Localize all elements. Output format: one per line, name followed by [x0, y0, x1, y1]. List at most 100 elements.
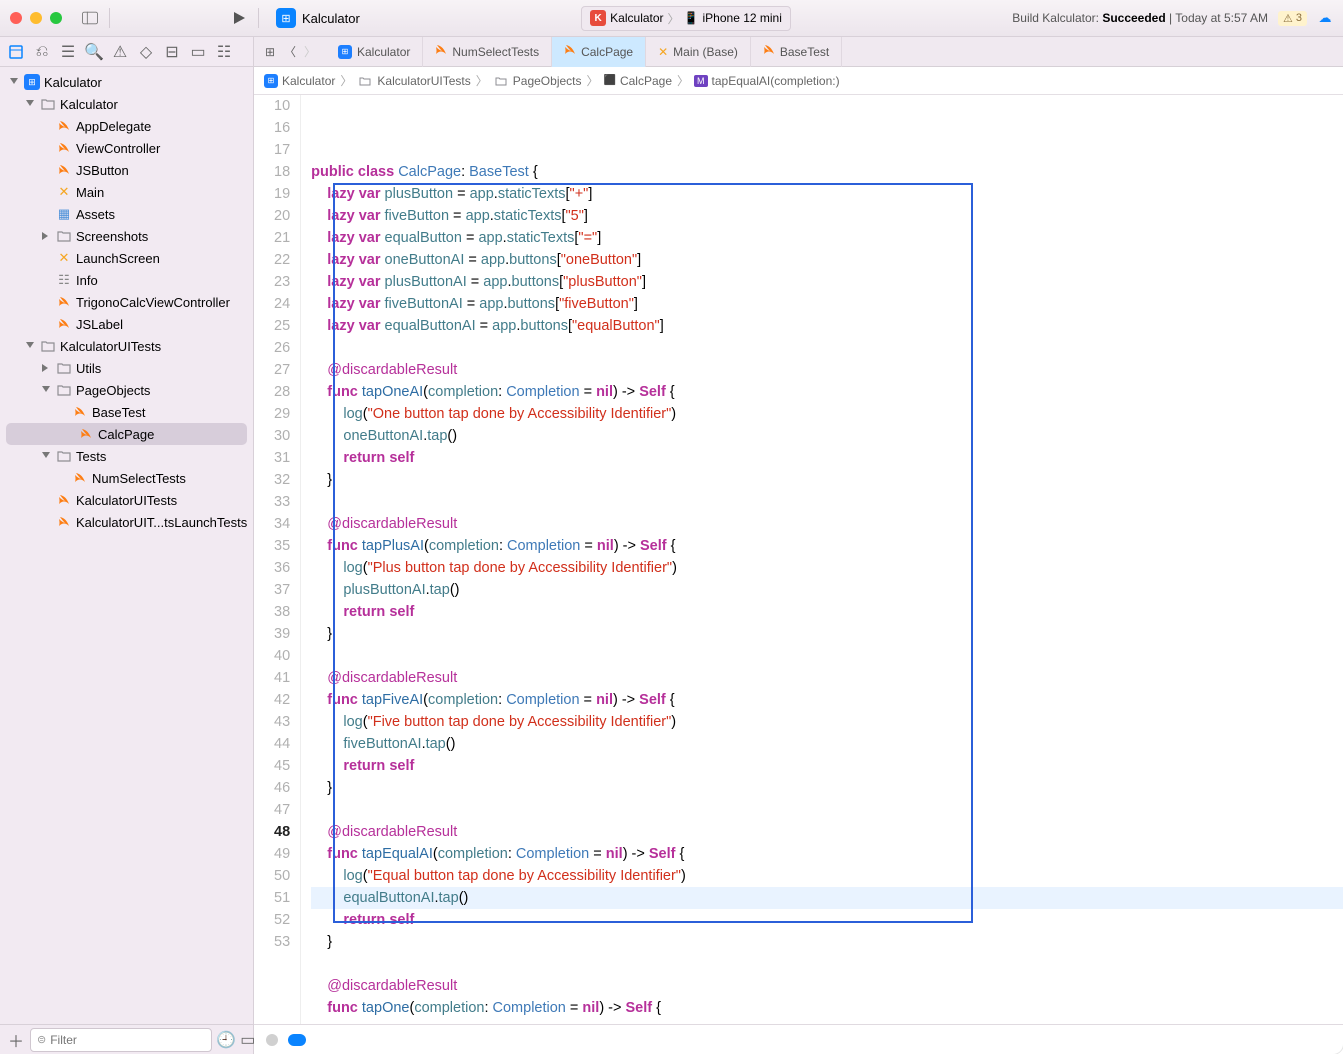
breakpoint-toggle[interactable]	[266, 1034, 278, 1046]
code-line-18[interactable]: lazy var equalButton = app.staticTexts["…	[311, 227, 1343, 249]
disclosure-icon[interactable]	[40, 384, 52, 396]
code-line-48[interactable]: equalButtonAI.tap()	[311, 887, 1343, 909]
code-line-51[interactable]	[311, 953, 1343, 975]
code-line-30[interactable]	[311, 491, 1343, 513]
tab-kalculator[interactable]: ⊞Kalculator	[326, 37, 423, 67]
code-line-45[interactable]: @discardableResult	[311, 821, 1343, 843]
code-line-39[interactable]: func tapFiveAI(completion: Completion = …	[311, 689, 1343, 711]
tree-item-kalculatoruitests[interactable]: KalculatorUITests	[0, 489, 253, 511]
run-button[interactable]	[231, 10, 247, 26]
disclosure-icon[interactable]	[24, 98, 36, 110]
find-navigator-icon[interactable]: 🔍	[86, 44, 102, 60]
tree-item-viewcontroller[interactable]: ViewController	[0, 137, 253, 159]
code-line-26[interactable]: log("One button tap done by Accessibilit…	[311, 403, 1343, 425]
recent-filter-icon[interactable]: 🕘	[218, 1032, 234, 1048]
disclosure-icon[interactable]	[40, 230, 52, 242]
code-line-10[interactable]: public class CalcPage: BasеTest {	[311, 161, 1343, 183]
code-line-34[interactable]: plusButtonAI.tap()	[311, 579, 1343, 601]
sidebar-toggle-icon[interactable]	[82, 10, 98, 26]
tree-item-kalculatoruit-tslaunchtests[interactable]: KalculatorUIT...tsLaunchTests	[0, 511, 253, 533]
warnings-badge[interactable]: ⚠3	[1278, 11, 1307, 26]
code-line-29[interactable]: }	[311, 469, 1343, 491]
jumpbar-segment-3[interactable]: ⬛ CalcPage	[604, 74, 672, 88]
debug-bar-toggle[interactable]	[288, 1034, 306, 1046]
disclosure-icon[interactable]	[40, 450, 52, 462]
code-line-33[interactable]: log("Plus button tap done by Accessibili…	[311, 557, 1343, 579]
tree-item-assets[interactable]: ▦Assets	[0, 203, 253, 225]
zoom-window-button[interactable]	[50, 12, 62, 24]
related-items-icon[interactable]: ⊞	[262, 44, 278, 60]
tab-basetest[interactable]: BaseTest	[751, 37, 842, 67]
add-button[interactable]: ＋	[8, 1032, 24, 1048]
forward-button[interactable]: 〉	[302, 44, 318, 60]
code-line-35[interactable]: return self	[311, 601, 1343, 623]
code-line-47[interactable]: log("Equal button tap done by Accessibil…	[311, 865, 1343, 887]
report-navigator-icon[interactable]: ☷	[216, 44, 232, 60]
code-line-16[interactable]: lazy var plusButton = app.staticTexts["+…	[311, 183, 1343, 205]
disclosure-icon[interactable]	[8, 76, 20, 88]
code-line-43[interactable]: }	[311, 777, 1343, 799]
tree-item-screenshots[interactable]: Screenshots	[0, 225, 253, 247]
tree-item-kalculator[interactable]: ⊞Kalculator	[0, 71, 253, 93]
code-line-42[interactable]: return self	[311, 755, 1343, 777]
disclosure-icon[interactable]	[40, 362, 52, 374]
code-line-20[interactable]: lazy var plusButtonAI = app.buttons["plu…	[311, 271, 1343, 293]
code-line-25[interactable]: func tapOneAI(completion: Completion = n…	[311, 381, 1343, 403]
project-tree[interactable]: ⊞KalculatorKalculatorAppDelegateViewCont…	[0, 67, 253, 1024]
close-window-button[interactable]	[10, 12, 22, 24]
tree-item-utils[interactable]: Utils	[0, 357, 253, 379]
code-line-52[interactable]: @discardableResult	[311, 975, 1343, 997]
filter-input[interactable]	[50, 1031, 205, 1049]
tree-item-numselecttests[interactable]: NumSelectTests	[0, 467, 253, 489]
minimize-window-button[interactable]	[30, 12, 42, 24]
code-line-44[interactable]	[311, 799, 1343, 821]
tab-calcpage[interactable]: CalcPage	[552, 37, 646, 67]
jumpbar-segment-1[interactable]: KalculatorUITests	[357, 73, 470, 89]
code-line-22[interactable]: lazy var equalButtonAI = app.buttons["eq…	[311, 315, 1343, 337]
tree-item-main[interactable]: ✕Main	[0, 181, 253, 203]
tree-item-jsbutton[interactable]: JSButton	[0, 159, 253, 181]
tree-item-kalculator[interactable]: Kalculator	[0, 93, 253, 115]
tab-numselecttests[interactable]: NumSelectTests	[423, 37, 552, 67]
code-line-24[interactable]: @discardableResult	[311, 359, 1343, 381]
code-line-23[interactable]	[311, 337, 1343, 359]
jump-bar[interactable]: ⊞ Kalculator〉 KalculatorUITests〉 PageObj…	[254, 67, 1343, 95]
tree-item-basetest[interactable]: BaseTest	[0, 401, 253, 423]
code-line-32[interactable]: func tapPlusAI(completion: Completion = …	[311, 535, 1343, 557]
activity-icon[interactable]: ☁	[1317, 10, 1333, 26]
tree-item-appdelegate[interactable]: AppDelegate	[0, 115, 253, 137]
tab-main-base-[interactable]: ✕Main (Base)	[646, 37, 751, 67]
jumpbar-segment-4[interactable]: M tapEqualAI(completion:)	[694, 74, 840, 88]
code-line-38[interactable]: @discardableResult	[311, 667, 1343, 689]
code-line-21[interactable]: lazy var fiveButtonAI = app.buttons["fiv…	[311, 293, 1343, 315]
debug-navigator-icon[interactable]: ⊟	[164, 44, 180, 60]
disclosure-icon[interactable]	[24, 340, 36, 352]
issue-navigator-icon[interactable]: ⚠	[112, 44, 128, 60]
project-navigator-icon[interactable]	[8, 44, 24, 60]
symbol-navigator-icon[interactable]: ☰	[60, 44, 76, 60]
breakpoint-navigator-icon[interactable]: ▭	[190, 44, 206, 60]
code-line-40[interactable]: log("Five button tap done by Accessibili…	[311, 711, 1343, 733]
tree-item-info[interactable]: ☷Info	[0, 269, 253, 291]
tree-item-pageobjects[interactable]: PageObjects	[0, 379, 253, 401]
source-control-navigator-icon[interactable]: ⎌	[34, 44, 50, 60]
scheme-selector[interactable]: K Kalculator 〉 📱 iPhone 12 mini	[581, 6, 791, 31]
source-editor[interactable]: 1016171819202122232425262728293031323334…	[254, 95, 1343, 1024]
code-content[interactable]: public class CalcPage: BasеTest { lazy v…	[301, 95, 1343, 1024]
tree-item-jslabel[interactable]: JSLabel	[0, 313, 253, 335]
filter-field-wrap[interactable]: ⊜	[30, 1028, 212, 1052]
code-line-17[interactable]: lazy var fiveButton = app.staticTexts["5…	[311, 205, 1343, 227]
code-line-49[interactable]: return self	[311, 909, 1343, 931]
tree-item-tests[interactable]: Tests	[0, 445, 253, 467]
back-button[interactable]: 〈	[282, 44, 298, 60]
tree-item-trigonocalcviewcontroller[interactable]: TrigonoCalcViewController	[0, 291, 253, 313]
code-line-19[interactable]: lazy var oneButtonAI = app.buttons["oneB…	[311, 249, 1343, 271]
code-line-31[interactable]: @discardableResult	[311, 513, 1343, 535]
tree-item-launchscreen[interactable]: ✕LaunchScreen	[0, 247, 253, 269]
code-line-28[interactable]: return self	[311, 447, 1343, 469]
tree-item-calcpage[interactable]: CalcPage	[6, 423, 247, 445]
code-line-53[interactable]: func tapOne(completion: Completion = nil…	[311, 997, 1343, 1019]
code-line-36[interactable]: }	[311, 623, 1343, 645]
jumpbar-segment-2[interactable]: PageObjects	[493, 73, 582, 89]
tree-item-kalculatoruitests[interactable]: KalculatorUITests	[0, 335, 253, 357]
